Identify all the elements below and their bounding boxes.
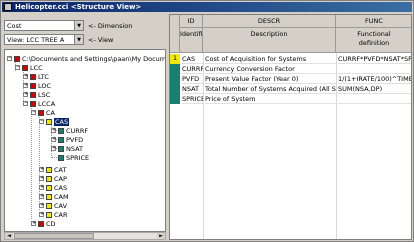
tree-node-cav[interactable]: + CAV [39, 201, 67, 210]
dimension-select[interactable]: Cost ▼ [4, 20, 84, 31]
cell-func[interactable]: SUM(NSA,DP) [338, 84, 411, 94]
cell-id[interactable]: CURRF [182, 64, 203, 74]
view-dropdown-arrow-icon[interactable]: ▼ [74, 35, 83, 44]
cell-func[interactable] [338, 94, 411, 104]
collapse-icon[interactable]: − [31, 110, 36, 115]
expand-icon[interactable]: + [39, 212, 44, 217]
collapse-icon[interactable]: − [39, 119, 44, 124]
expand-icon[interactable]: + [23, 74, 28, 79]
tree-node-ltc[interactable]: + LTC [23, 72, 49, 81]
node-icon [22, 64, 28, 71]
app-icon [4, 3, 12, 11]
node-icon [58, 154, 64, 161]
node-icon [30, 82, 36, 89]
tree-node-loc[interactable]: + LOC [23, 81, 51, 90]
tree-node-ca[interactable]: − CA [31, 108, 55, 117]
tree-node-sprice[interactable]: SPRICE [58, 153, 89, 162]
node-icon [46, 175, 52, 182]
view-select[interactable]: View: LCC TREE A ▼ [4, 34, 84, 45]
tree-horizontal-scrollbar[interactable]: ◄ ► [4, 232, 166, 240]
node-icon [46, 202, 52, 209]
node-icon [58, 136, 64, 143]
tree-node-lcca[interactable]: − LCCA [23, 99, 55, 108]
cell-id[interactable]: PVFD [182, 74, 203, 84]
title-bar[interactable]: Helicopter.cci <Structure View> [2, 2, 412, 12]
tree-node-cat[interactable]: + CAT [39, 165, 66, 174]
view-label: <- View [88, 36, 114, 44]
expand-icon[interactable]: + [51, 137, 56, 142]
view-select-value: View: LCC TREE A [7, 36, 65, 44]
collapse-icon[interactable]: − [23, 101, 28, 106]
structure-tree[interactable]: − C:\Documents and Settings\paan\My Docu… [4, 49, 166, 232]
expand-icon[interactable]: + [51, 146, 56, 151]
cell-func[interactable]: CURRF*PVFD*NSAT*SPRICE [338, 54, 411, 64]
properties-grid[interactable]: ID Identifier DESCR Description FUNC Fun… [169, 14, 412, 240]
structure-view-window: Helicopter.cci <Structure View> Cost ▼ <… [0, 0, 414, 242]
node-icon [30, 100, 36, 107]
column-header-func[interactable]: FUNC Functional definition [336, 15, 411, 53]
tree-node-currf[interactable]: + CURRF [51, 126, 88, 135]
tree-node-cas[interactable]: − CAS [39, 117, 70, 126]
expand-icon[interactable]: + [39, 185, 44, 190]
row-header-corner [170, 15, 180, 53]
cell-id[interactable]: NSAT [182, 84, 203, 94]
column-header-id[interactable]: ID Identifier [180, 15, 209, 53]
node-icon [38, 109, 44, 116]
tree-node-lcc[interactable]: − LCC [15, 63, 43, 72]
collapse-icon[interactable]: − [7, 56, 12, 61]
tree-node-nsat[interactable]: + NSAT [51, 144, 83, 153]
row-indicator[interactable] [170, 64, 180, 74]
node-icon [46, 118, 52, 125]
tree-node-cap[interactable]: + CAP [39, 174, 67, 183]
tree-node-car[interactable]: + CAR [39, 210, 68, 219]
expand-icon[interactable]: + [23, 92, 28, 97]
expand-icon[interactable]: + [39, 194, 44, 199]
cell-descr[interactable]: Price of System [205, 94, 336, 104]
node-icon [14, 55, 20, 62]
cell-descr[interactable]: Present Value Factor (Year 0) [205, 74, 336, 84]
expand-icon[interactable]: + [39, 203, 44, 208]
expand-icon[interactable]: + [39, 176, 44, 181]
expand-icon[interactable]: + [23, 83, 28, 88]
dimension-label: <- Dimension [88, 22, 133, 30]
node-icon [38, 220, 44, 227]
cell-descr[interactable]: Currency Conversion Factor [205, 64, 336, 74]
collapse-icon[interactable]: − [15, 65, 20, 70]
row-indicator[interactable] [170, 84, 180, 94]
expand-icon[interactable]: + [31, 221, 36, 226]
tree-node-lsc[interactable]: + LSC [23, 90, 50, 99]
scroll-right-icon[interactable]: ► [157, 233, 165, 239]
cell-id[interactable]: CAS [182, 54, 203, 64]
node-icon [46, 166, 52, 173]
cell-descr[interactable]: Total Number of Systems Acquired (All St… [205, 84, 336, 94]
expand-icon[interactable]: + [51, 128, 56, 133]
row-indicator[interactable] [170, 94, 180, 104]
node-icon [46, 184, 52, 191]
column-header-descr[interactable]: DESCR Description [203, 15, 336, 53]
node-icon [58, 145, 64, 152]
cell-descr[interactable]: Cost of Acquisition for Systems [205, 54, 336, 64]
cell-func[interactable]: 1/(1+IRATE/100)^TIMEVAL [338, 74, 411, 84]
dimension-select-value: Cost [7, 22, 22, 30]
node-icon [46, 193, 52, 200]
expand-icon[interactable]: + [39, 167, 44, 172]
tree-node-pvfd[interactable]: + PVFD [51, 135, 83, 144]
scroll-left-icon[interactable]: ◄ [5, 233, 13, 239]
row-indicator[interactable]: 1 [170, 54, 180, 64]
node-icon [58, 127, 64, 134]
tree-node-root[interactable]: − C:\Documents and Settings\paan\My Docu… [7, 54, 165, 63]
node-icon [46, 211, 52, 218]
tree-node-cd[interactable]: + CD [31, 219, 56, 228]
row-indicator[interactable] [170, 74, 180, 84]
window-title: Helicopter.cci <Structure View> [15, 3, 142, 11]
tree-node-cas2[interactable]: + CAS [39, 183, 67, 192]
cell-func[interactable] [338, 64, 411, 74]
node-icon [30, 73, 36, 80]
cell-id[interactable]: SPRICE [182, 94, 203, 104]
tree-node-cam[interactable]: + CAM [39, 192, 69, 201]
node-icon [30, 91, 36, 98]
scroll-thumb[interactable] [14, 233, 94, 239]
dimension-dropdown-arrow-icon[interactable]: ▼ [74, 21, 83, 30]
